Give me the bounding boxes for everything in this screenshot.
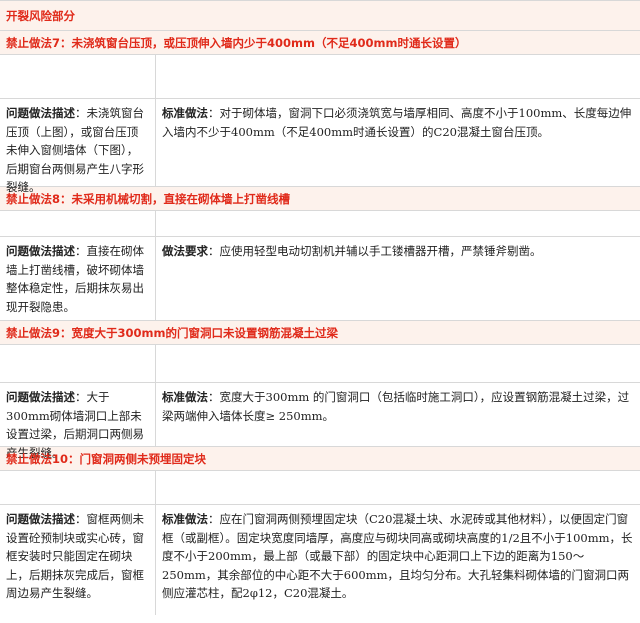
problem-description-cell: 问题做法描述：直接在砌体墙上打凿线槽，破坏砌体墙整体稳定性，后期抹灰易出现开裂隐…	[0, 237, 156, 320]
problem-description-cell: 问题做法描述：大于300mm砌体墙洞口上部未设置过梁，后期洞口两侧易产生裂缝。	[0, 383, 156, 460]
image-cell-left	[0, 471, 156, 504]
description-row: 问题做法描述：直接在砌体墙上打凿线槽，破坏砌体墙整体稳定性，后期抹灰易出现开裂隐…	[0, 237, 640, 321]
image-cell-left	[0, 211, 156, 236]
requirement-cell: 做法要求：应使用轻型电动切割机并辅以手工镂槽器开槽，严禁锤斧剔凿。	[156, 237, 640, 320]
image-row	[0, 211, 640, 237]
image-cell-right	[156, 55, 640, 98]
image-row	[0, 471, 640, 505]
requirement-text: ：应使用轻型电动切割机并辅以手工镂槽器开槽，严禁锤斧剔凿。	[208, 244, 542, 258]
standard-practice-cell: 标准做法：宽度大于300mm 的门窗洞口（包括临时施工洞口），应设置钢筋混凝土过…	[156, 383, 640, 446]
image-cell-left	[0, 345, 156, 382]
standard-practice-cell: 标准做法：应在门窗洞两侧预埋固定块（C20混凝土块、水泥砖或其他材料），以便固定…	[156, 505, 640, 615]
item-title-row: 禁止做法9：宽度大于300mm的门窗洞口未设置钢筋混凝土过梁	[0, 321, 640, 345]
image-cell-left	[0, 55, 156, 98]
section-title: 开裂风险部分	[6, 8, 75, 23]
item-title: 禁止做法10：门窗洞两侧未预埋固定块	[6, 451, 207, 466]
problem-description-cell: 问题做法描述：未浇筑窗台压顶（上图），或窗台压顶未伸入窗侧墙体（下图），后期窗台…	[0, 99, 156, 194]
standard-label: 标准做法	[162, 106, 208, 120]
image-row	[0, 345, 640, 383]
problem-label: 问题做法描述	[6, 106, 75, 120]
image-cell-right	[156, 345, 640, 382]
item-title-row: 禁止做法7：未浇筑窗台压顶，或压顶伸入墙内少于400mm（不足400mm时通长设…	[0, 31, 640, 55]
description-row: 问题做法描述：窗框两侧未设置砼预制块或实心砖，窗框安装时只能固定在砌块上，后期抹…	[0, 505, 640, 615]
item-title-row: 禁止做法8：未采用机械切割，直接在砌体墙上打凿线槽	[0, 187, 640, 211]
image-row	[0, 55, 640, 99]
standard-text: ：宽度大于300mm 的门窗洞口（包括临时施工洞口），应设置钢筋混凝土过梁，过梁…	[162, 390, 630, 423]
standard-practice-cell: 标准做法：对于砌体墙，窗洞下口必须浇筑宽与墙厚相同、高度不小于100mm、长度每…	[156, 99, 640, 186]
problem-description-cell: 问题做法描述：窗框两侧未设置砼预制块或实心砖，窗框安装时只能固定在砌块上，后期抹…	[0, 505, 156, 615]
image-cell-right	[156, 211, 640, 236]
problem-label: 问题做法描述	[6, 390, 75, 404]
image-cell-right	[156, 471, 640, 504]
item-title: 禁止做法9：宽度大于300mm的门窗洞口未设置钢筋混凝土过梁	[6, 325, 338, 340]
requirement-label: 做法要求	[162, 244, 208, 258]
standard-text: ：对于砌体墙，窗洞下口必须浇筑宽与墙厚相同、高度不小于100mm、长度每边伸入墙…	[162, 106, 632, 139]
section-title-row: 开裂风险部分	[0, 1, 640, 31]
description-row: 问题做法描述：未浇筑窗台压顶（上图），或窗台压顶未伸入窗侧墙体（下图），后期窗台…	[0, 99, 640, 194]
item-title: 禁止做法8：未采用机械切割，直接在砌体墙上打凿线槽	[6, 191, 290, 206]
description-row: 问题做法描述：大于300mm砌体墙洞口上部未设置过梁，后期洞口两侧易产生裂缝。 …	[0, 383, 640, 460]
item-title: 禁止做法7：未浇筑窗台压顶，或压顶伸入墙内少于400mm（不足400mm时通长设…	[6, 35, 467, 50]
problem-label: 问题做法描述	[6, 512, 75, 526]
problem-label: 问题做法描述	[6, 244, 75, 258]
standard-text: ：应在门窗洞两侧预埋固定块（C20混凝土块、水泥砖或其他材料），以便固定门窗框（…	[162, 512, 633, 600]
standard-label: 标准做法	[162, 390, 208, 404]
standard-label: 标准做法	[162, 512, 208, 526]
risk-table: 开裂风险部分 禁止做法7：未浇筑窗台压顶，或压顶伸入墙内少于400mm（不足40…	[0, 0, 640, 615]
item-title-row: 禁止做法10：门窗洞两侧未预埋固定块	[0, 447, 640, 471]
